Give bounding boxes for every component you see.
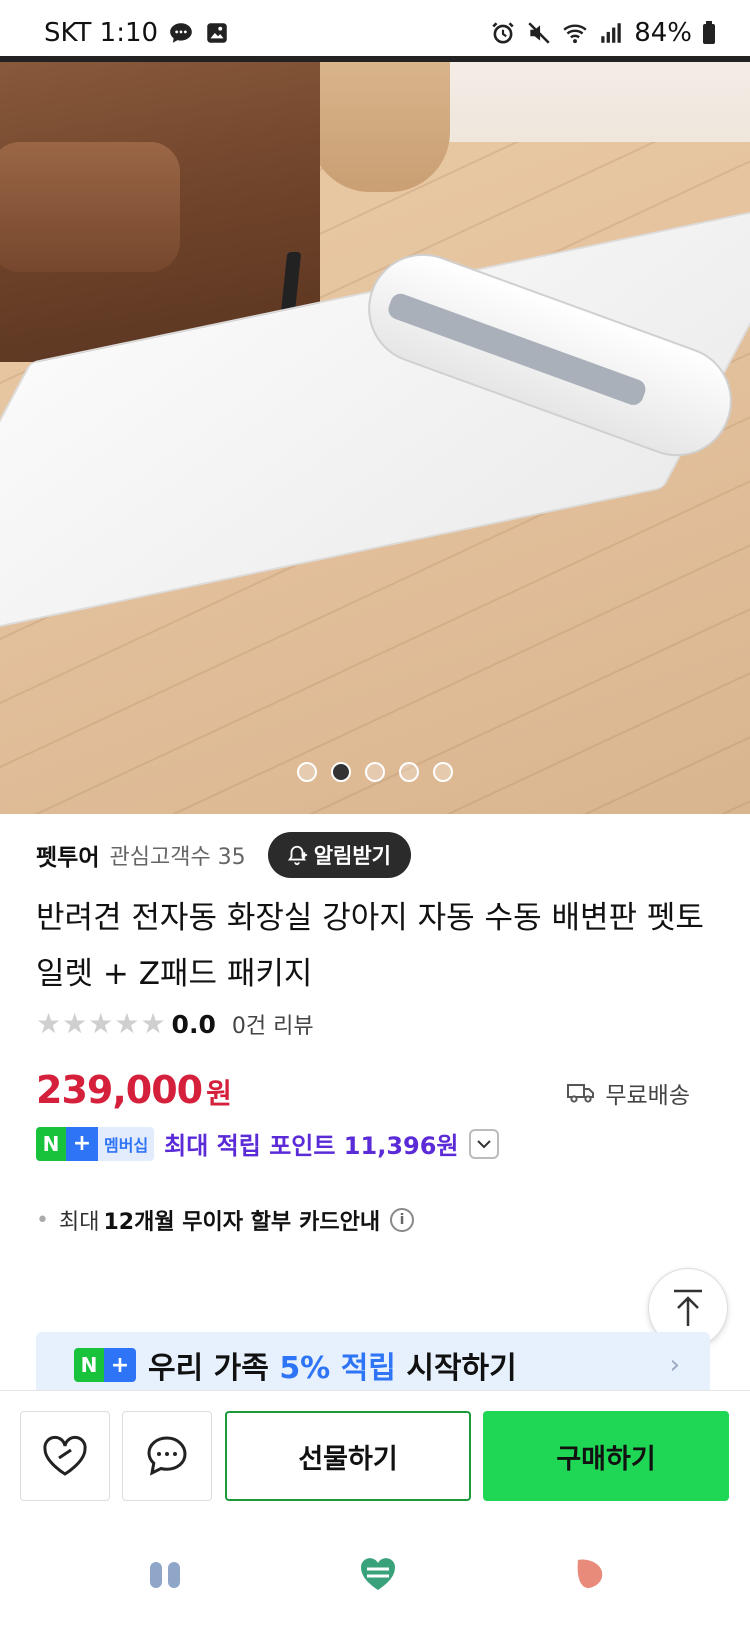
review-count[interactable]: 0건 리뷰: [232, 1008, 314, 1040]
carousel-dot[interactable]: [365, 762, 385, 782]
banner-text: 우리 가족 5% 적립 시작하기: [148, 1343, 517, 1387]
installment-prefix: 최대: [58, 1210, 100, 1235]
price: 239,000: [36, 1068, 203, 1112]
carousel-dot[interactable]: [331, 762, 351, 782]
banner-np-plus: +: [104, 1348, 136, 1382]
star-icon: ★: [88, 1007, 114, 1040]
truck-icon: [567, 1084, 595, 1103]
membership-points: 최대 적립 포인트 11,396원: [164, 1132, 459, 1160]
battery-percent: 84%: [634, 18, 692, 48]
alarm-icon: [492, 22, 514, 44]
star-icon: ★: [36, 1007, 62, 1040]
alert-subscribe-button[interactable]: 알림받기: [267, 832, 411, 878]
wifi-icon: [563, 24, 587, 44]
np-label: 멤버십: [98, 1126, 155, 1161]
chat-bubble-icon: [147, 1436, 187, 1476]
installment-info[interactable]: • 최대 12개월 무이자 할부 카드안내 i: [36, 1204, 415, 1236]
carousel-dot[interactable]: [399, 762, 419, 782]
heart-link-icon: [43, 1435, 87, 1476]
system-navigation-bar: [0, 1520, 750, 1625]
shipping-label: 무료배송: [605, 1083, 690, 1109]
banner-np-n: N: [74, 1348, 104, 1382]
status-left: SKT 1:10: [44, 18, 230, 48]
rating-row[interactable]: ★ ★ ★ ★ ★ 0.0 0건 리뷰: [36, 1008, 314, 1040]
banner-highlight: 5% 적립: [279, 1351, 396, 1386]
carousel-dots[interactable]: [0, 762, 750, 782]
bullet-icon: •: [36, 1207, 49, 1233]
chat-bubble-icon: [170, 23, 192, 43]
gift-button[interactable]: 선물하기: [225, 1411, 471, 1501]
product-title: 반려견 전자동 화장실 강아지 자동 수동 배변판 펫토일렛 + Z패드 패키지: [36, 900, 704, 992]
np-plus: +: [66, 1126, 98, 1161]
banner-naver-plus-badge: N +: [74, 1348, 136, 1382]
membership-expand-button[interactable]: [468, 1128, 499, 1159]
carousel-dot[interactable]: [433, 762, 453, 782]
price-unit: 원: [206, 1077, 232, 1110]
subscriber-count: 관심고객수 35: [109, 845, 246, 870]
rating-stars: ★ ★ ★ ★ ★: [36, 1010, 166, 1038]
buy-button[interactable]: 구매하기: [483, 1411, 729, 1501]
status-bar: SKT 1:10 84%: [0, 0, 750, 62]
bell-plus-icon: [287, 845, 307, 866]
battery-icon: [703, 21, 715, 44]
product-image-carousel[interactable]: [0, 62, 750, 814]
signal-icon: [601, 23, 621, 43]
gallery-icon: [207, 23, 227, 43]
mute-icon: [528, 22, 550, 44]
naver-plus-badge: N + 멤버십: [36, 1126, 155, 1161]
home-nav-icon[interactable]: [358, 1554, 398, 1594]
chevron-down-icon: [476, 1139, 491, 1148]
basket: [310, 62, 450, 192]
np-n: N: [36, 1126, 66, 1161]
store-row: 펫투어 관심고객수 35 알림받기: [36, 832, 411, 878]
wall: [420, 62, 750, 142]
bottom-action-bar: 선물하기 구매하기: [0, 1390, 750, 1520]
wishlist-button[interactable]: [20, 1411, 110, 1501]
installment-suffix: 카드안내: [299, 1210, 381, 1235]
alert-button-label: 알림받기: [313, 844, 391, 868]
banner-text-part2: 시작하기: [406, 1351, 517, 1386]
back-nav-icon[interactable]: [150, 1562, 180, 1588]
store-name[interactable]: 펫투어: [36, 838, 99, 872]
info-icon[interactable]: i: [390, 1208, 415, 1232]
membership-row[interactable]: N + 멤버십 최대 적립 포인트 11,396원: [36, 1126, 499, 1161]
carrier-time: SKT 1:10: [44, 18, 159, 48]
carousel-dot[interactable]: [297, 762, 317, 782]
price-row: 239,000 원: [36, 1068, 232, 1112]
banner-text-part1: 우리 가족: [148, 1351, 269, 1386]
arrow-up-icon: [674, 1289, 702, 1326]
membership-banner[interactable]: N + 우리 가족 5% 적립 시작하기 ›: [36, 1332, 710, 1398]
star-icon: ★: [140, 1007, 166, 1040]
sofa-cushion: [0, 142, 180, 272]
star-icon: ★: [114, 1007, 140, 1040]
chevron-right-icon: ›: [669, 1350, 680, 1380]
rating-value: 0.0: [171, 1009, 216, 1039]
star-icon: ★: [62, 1007, 88, 1040]
talk-button[interactable]: [122, 1411, 212, 1501]
recent-apps-nav-icon[interactable]: [574, 1556, 604, 1590]
installment-highlight: 12개월 무이자 할부: [103, 1210, 292, 1235]
status-right: 84%: [490, 18, 716, 48]
shipping-info: 무료배송: [567, 1076, 690, 1110]
